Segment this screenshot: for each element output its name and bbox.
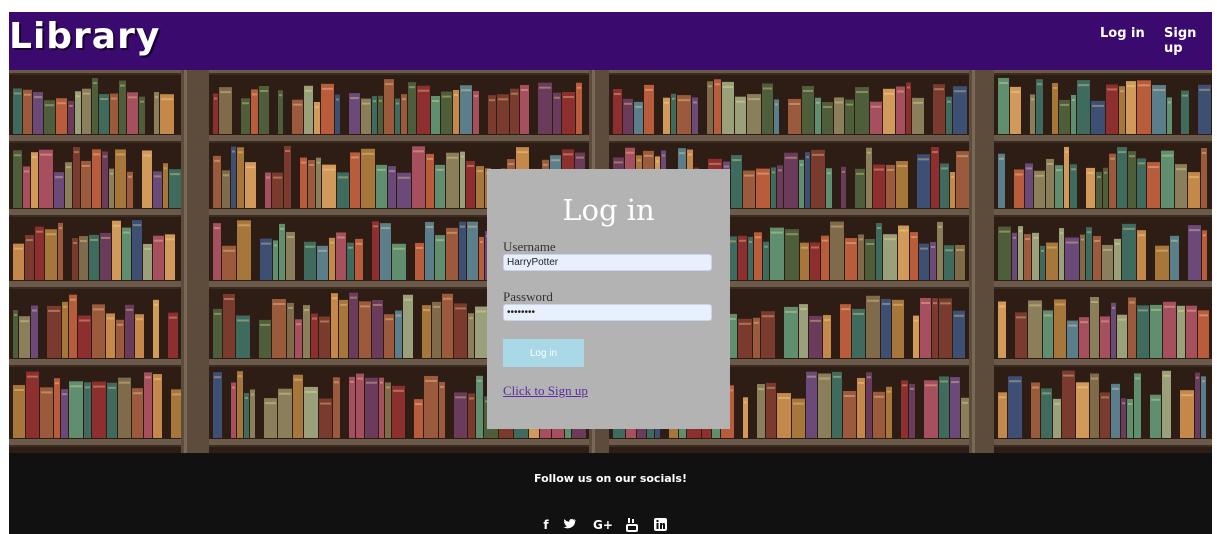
page: Library Log in Sign up Log in Username H…: [9, 12, 1212, 534]
username-label: Username: [503, 239, 556, 254]
login-submit-button[interactable]: Log in: [503, 339, 584, 367]
nav-signup-link[interactable]: Sign up: [1164, 26, 1212, 56]
username-input[interactable]: HarryPotter: [503, 254, 712, 271]
youtube-icon[interactable]: [625, 518, 639, 532]
bookshelf-background: Log in Username HarryPotter Password •••…: [9, 70, 1212, 453]
nav-login-link[interactable]: Log in: [1100, 26, 1145, 41]
facebook-icon[interactable]: f: [541, 518, 551, 532]
password-input[interactable]: ••••••••: [503, 304, 712, 321]
social-links: f G+: [539, 518, 679, 534]
navbar: Library Log in Sign up: [9, 12, 1212, 70]
footer: Follow us on our socials! f G+: [9, 453, 1212, 534]
login-title: Log in: [562, 193, 655, 227]
linkedin-icon[interactable]: [653, 518, 667, 532]
brand-logo[interactable]: Library: [9, 16, 160, 57]
google-plus-icon[interactable]: G+: [593, 518, 613, 532]
password-label: Password: [503, 289, 553, 304]
footer-title: Follow us on our socials!: [534, 472, 687, 485]
signup-link[interactable]: Click to Sign up: [503, 383, 588, 399]
login-panel: Log in Username HarryPotter Password •••…: [487, 169, 730, 429]
twitter-icon[interactable]: [563, 518, 577, 532]
